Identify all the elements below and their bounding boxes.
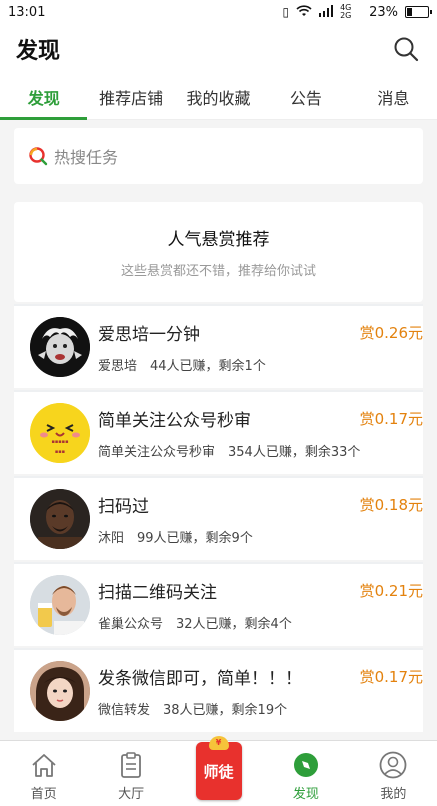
tabbar-master[interactable]: ¥ 师徒 bbox=[175, 736, 262, 806]
profile-icon bbox=[379, 751, 407, 779]
top-header: 发现 bbox=[0, 24, 437, 74]
task-meta: 爱思培 44人已赚，剩余1个 bbox=[98, 359, 266, 374]
task-list: 爱思培一分钟 爱思培 44人已赚，剩余1个 赏0.26元 ▪▪▪▪▪ ▪▪▪ 简单… bbox=[14, 304, 423, 732]
task-item[interactable]: 扫描二维码关注 雀巢公众号 32人已赚，剩余4个 赏0.21元 bbox=[14, 562, 423, 646]
wifi-icon bbox=[296, 4, 312, 20]
status-time: 13:01 bbox=[8, 4, 46, 20]
vibrate-icon: ▯ bbox=[282, 5, 290, 19]
task-meta: 简单关注公众号秒审 354人已赚，剩余33个 bbox=[98, 445, 361, 460]
hot-search-input[interactable]: 热搜任务 bbox=[14, 128, 423, 184]
tab-bar-top: 发现 推荐店铺 我的收藏 公告 消息 bbox=[0, 74, 437, 120]
battery-icon bbox=[405, 6, 432, 18]
page-title: 发现 bbox=[16, 39, 61, 64]
tabbar-mine-label: 我的 bbox=[380, 787, 407, 802]
tab-discover[interactable]: 发现 bbox=[0, 74, 88, 120]
tab-my-favorites[interactable]: 我的收藏 bbox=[175, 74, 262, 119]
recommend-header: 人气悬赏推荐 这些悬赏都还不错，推荐给你试试 bbox=[14, 202, 423, 302]
status-bar: 13:01 ▯ 4G 2G 23% bbox=[0, 0, 437, 24]
tab-recommended-shops[interactable]: 推荐店铺 bbox=[87, 74, 174, 119]
signal-icon bbox=[319, 4, 334, 20]
task-item[interactable]: 扫码过 沐阳 99人已赚，剩余9个 赏0.18元 bbox=[14, 476, 423, 560]
beer-avatar bbox=[30, 575, 90, 635]
red-envelope-button[interactable]: ¥ 师徒 bbox=[195, 736, 242, 800]
svg-text:▪▪▪▪▪: ▪▪▪▪▪ bbox=[52, 439, 69, 445]
search-icon bbox=[394, 37, 419, 62]
status-icons: ▯ 4G 2G 23% bbox=[282, 3, 432, 20]
tab-announcements[interactable]: 公告 bbox=[262, 74, 349, 119]
tabbar-hall-label: 大厅 bbox=[118, 787, 145, 802]
task-reward: 赏0.17元 bbox=[359, 410, 423, 428]
tabbar-home[interactable]: 首页 bbox=[0, 741, 87, 806]
task-meta: 微信转发 38人已赚，剩余19个 bbox=[98, 703, 288, 718]
hot-search-placeholder: 热搜任务 bbox=[54, 148, 119, 167]
search-button[interactable] bbox=[391, 34, 421, 64]
einstein-avatar bbox=[30, 317, 90, 377]
tabbar-mine[interactable]: 我的 bbox=[350, 741, 437, 806]
battery-percent: 23% bbox=[369, 4, 398, 20]
smiley-avatar: ▪▪▪▪▪ ▪▪▪ bbox=[30, 403, 90, 463]
tabbar-hall[interactable]: 大厅 bbox=[87, 741, 174, 806]
task-item[interactable]: 发条微信即可，简单！！！ 微信转发 38人已赚，剩余19个 赏0.17元 bbox=[14, 648, 423, 732]
task-item[interactable]: 爱思培一分钟 爱思培 44人已赚，剩余1个 赏0.26元 bbox=[14, 304, 423, 388]
tabbar-discover[interactable]: 发现 bbox=[262, 741, 349, 806]
task-meta: 沐阳 99人已赚，剩余9个 bbox=[98, 531, 253, 546]
compass-icon bbox=[292, 751, 320, 779]
hot-search-icon bbox=[29, 147, 48, 166]
coin-icon: ¥ bbox=[208, 736, 229, 750]
tabbar-discover-label: 发现 bbox=[292, 787, 319, 802]
task-reward: 赏0.26元 bbox=[359, 324, 423, 342]
tab-messages[interactable]: 消息 bbox=[350, 74, 437, 119]
recommend-subtitle: 这些悬赏都还不错，推荐给你试试 bbox=[120, 264, 316, 279]
network-type: 4G 2G bbox=[340, 3, 352, 20]
task-reward: 赏0.17元 bbox=[359, 668, 423, 686]
clipboard-icon bbox=[117, 751, 145, 779]
girl-avatar bbox=[30, 661, 90, 721]
home-icon bbox=[30, 751, 58, 779]
task-reward: 赏0.18元 bbox=[359, 496, 423, 514]
task-meta: 雀巢公众号 32人已赚，剩余4个 bbox=[98, 617, 292, 632]
task-reward: 赏0.21元 bbox=[359, 582, 423, 600]
recommend-title: 人气悬赏推荐 bbox=[167, 230, 270, 250]
tabbar-home-label: 首页 bbox=[30, 787, 57, 802]
tabbar-master-label: 师徒 bbox=[203, 762, 234, 781]
task-item[interactable]: ▪▪▪▪▪ ▪▪▪ 简单关注公众号秒审 简单关注公众号秒审 354人已赚，剩余33… bbox=[14, 390, 423, 474]
man-avatar bbox=[30, 489, 90, 549]
svg-text:▪▪▪: ▪▪▪ bbox=[55, 449, 65, 455]
bottom-tab-bar: 首页 大厅 ¥ 师徒 发现 我的 bbox=[0, 736, 437, 806]
